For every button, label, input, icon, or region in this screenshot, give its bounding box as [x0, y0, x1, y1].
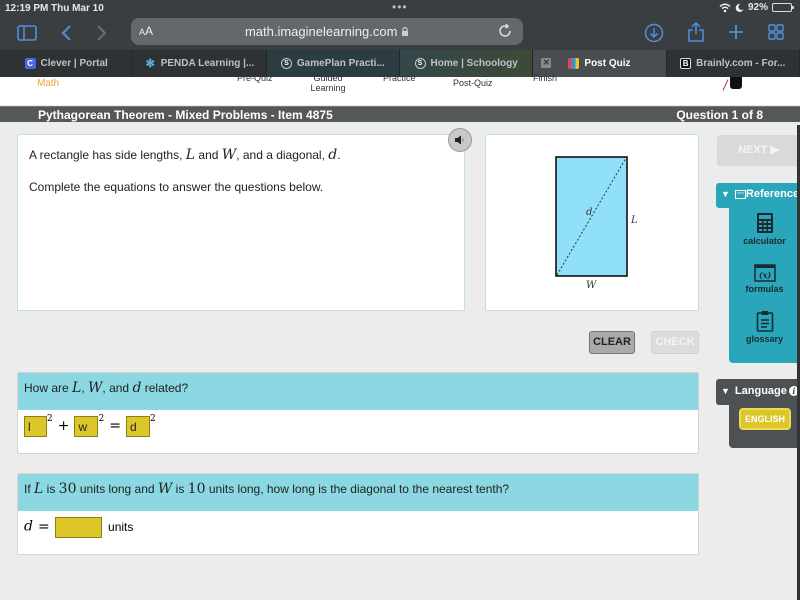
download-icon[interactable]: [644, 23, 664, 43]
status-right: 92%: [719, 2, 794, 13]
problem-prompt: A rectangle has side lengths, L and W, a…: [17, 134, 465, 311]
diagonal-answer-input[interactable]: [54, 517, 102, 538]
diagonal-label: d: [586, 207, 592, 218]
penda-icon: ✻: [145, 58, 155, 70]
address-bar[interactable]: AA math.imaginelearning.com: [131, 18, 523, 45]
equation-row: l2 + w2 = d2: [18, 410, 698, 453]
clear-button[interactable]: CLEAR: [589, 331, 635, 354]
page-title: Pythagorean Theorem - Mixed Problems - I…: [38, 108, 333, 122]
battery-percent: 92%: [747, 2, 768, 13]
battery-icon: [772, 3, 794, 12]
multitasking-dots-icon[interactable]: •••: [392, 0, 408, 14]
rectangle-figure: d L W: [485, 134, 699, 311]
question-prompt: How are L, W, and d related?: [18, 373, 698, 410]
subject-label: Math: [37, 78, 60, 89]
mascot-icon: [722, 77, 746, 91]
lesson-progress-nav: Math Pre-Quiz Guided Learning Practice P…: [0, 73, 800, 105]
answer-row: d = units: [18, 511, 698, 554]
tab-brainly[interactable]: B Brainly.com - For...: [667, 50, 800, 77]
question-card-diagonal: If L is 30 units long and W is 10 units …: [17, 473, 699, 555]
back-icon[interactable]: [60, 24, 72, 42]
answer-box-l[interactable]: l: [24, 416, 47, 437]
moon-icon: [735, 3, 744, 12]
close-tab-icon[interactable]: ✕: [541, 58, 552, 68]
collapse-triangle-icon: ▼: [721, 189, 730, 199]
reference-book-icon: [734, 189, 746, 199]
answer-box-w[interactable]: w: [74, 416, 99, 437]
status-date: Thu Mar 10: [51, 3, 104, 14]
step-pre-quiz[interactable]: Pre-Quiz: [237, 73, 273, 83]
url-text[interactable]: math.imaginelearning.com: [131, 24, 523, 39]
language-english-button[interactable]: ENGLISH: [739, 408, 791, 430]
tab-overview-icon[interactable]: [768, 24, 784, 40]
browser-toolbar: AA math.imaginelearning.com: [0, 17, 800, 50]
reference-formulas[interactable]: (x) formulas: [729, 264, 800, 294]
formulas-icon: (x): [753, 264, 776, 282]
reference-calculator[interactable]: calculator: [729, 212, 800, 246]
audio-button[interactable]: [448, 128, 472, 152]
lock-icon: [402, 26, 409, 36]
wifi-icon: [719, 3, 731, 12]
schoology-icon: S: [280, 58, 292, 69]
brainly-icon: B: [680, 58, 692, 69]
question-counter: Question 1 of 8: [676, 108, 763, 122]
svg-text:(x): (x): [758, 270, 771, 280]
ios-status-bar: 12:19 PM Thu Mar 10 ••• 92%: [0, 0, 800, 17]
answer-box-d[interactable]: d: [125, 416, 150, 437]
tab-clever[interactable]: C Clever | Portal: [0, 50, 134, 77]
language-toggle[interactable]: ▼ Language i: [721, 385, 799, 397]
next-button[interactable]: NEXT ▶: [717, 135, 800, 166]
status-time: 12:19 PM: [5, 3, 49, 14]
tab-schoology[interactable]: S Home | Schoology: [399, 50, 534, 77]
prompt-line-2: Complete the equations to answer the que…: [29, 180, 324, 194]
step-guided-learning[interactable]: Guided Learning: [310, 73, 346, 93]
forward-icon[interactable]: [96, 24, 108, 42]
reload-icon[interactable]: [497, 23, 513, 39]
language-panel: ▼ Language i ENGLISH: [716, 379, 800, 448]
glossary-icon: [756, 311, 773, 332]
length-label: L: [630, 215, 638, 226]
reference-panel: ▼ Reference calculator (x) formulas glos…: [716, 183, 800, 363]
speaker-icon: [455, 135, 464, 145]
imagine-learning-icon: [568, 58, 580, 69]
question-card-relationship: How are L, W, and d related? l2 + w2 = d2: [17, 372, 699, 454]
activity-title-bar: Pythagorean Theorem - Mixed Problems - I…: [0, 106, 800, 122]
schoology-icon: S: [414, 58, 426, 69]
clever-icon: C: [24, 58, 36, 69]
calculator-icon: [756, 213, 773, 233]
prompt-line-1: A rectangle has side lengths, L and W, a…: [29, 147, 341, 163]
step-practice[interactable]: Practice: [383, 73, 416, 83]
question-prompt: If L is 30 units long and W is 10 units …: [18, 474, 698, 511]
share-icon[interactable]: [687, 21, 705, 43]
reference-toggle[interactable]: ▼ Reference: [721, 188, 799, 200]
sidebar-toggle-icon[interactable]: [17, 25, 37, 41]
step-post-quiz[interactable]: Post-Quiz: [453, 78, 493, 88]
rectangle-diagram: d L W: [555, 156, 638, 291]
collapse-triangle-icon: ▼: [721, 386, 730, 396]
reference-glossary[interactable]: glossary: [729, 310, 800, 344]
new-tab-icon[interactable]: [728, 24, 744, 40]
unit-label: units: [108, 519, 134, 534]
width-label: W: [586, 280, 597, 291]
check-button[interactable]: CHECK: [651, 331, 699, 354]
step-finish[interactable]: Finish: [533, 73, 557, 83]
